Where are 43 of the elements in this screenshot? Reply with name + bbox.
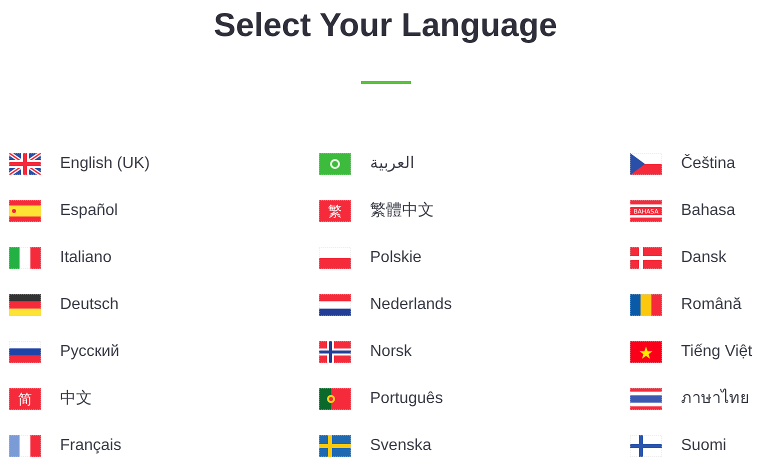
language-link[interactable]: English (UK) — [60, 152, 150, 176]
language-link[interactable]: Русский — [60, 340, 120, 364]
flag-icon — [319, 388, 351, 410]
flag-icon — [9, 434, 41, 456]
language-link[interactable]: Norsk — [370, 340, 412, 364]
flag-icon — [630, 294, 662, 316]
language-link[interactable]: Svenska — [370, 434, 432, 458]
page-title: Select Your Language — [214, 5, 558, 45]
flag-icon — [9, 152, 41, 174]
flag-icon — [630, 434, 662, 456]
language-link[interactable]: Nederlands — [370, 292, 452, 316]
language-link[interactable]: Español — [60, 198, 118, 222]
language-link[interactable]: 繁體中文 — [370, 198, 434, 222]
title-underline — [360, 81, 410, 84]
flag-icon — [630, 388, 662, 410]
flag-icon — [9, 294, 41, 316]
language-link[interactable]: Suomi — [681, 434, 726, 458]
language-link[interactable]: Português — [370, 386, 443, 410]
flag-icon — [319, 434, 351, 456]
language-link[interactable]: Română — [681, 292, 742, 316]
flag-icon — [9, 340, 41, 362]
flag-icon — [9, 200, 41, 222]
language-link[interactable]: Bahasa — [681, 198, 736, 222]
flag-icon: 简 — [9, 388, 41, 410]
flag-icon — [319, 294, 351, 316]
language-link[interactable]: Deutsch — [60, 292, 119, 316]
flag-icon — [319, 340, 351, 362]
flag-icon — [630, 246, 662, 268]
language-link[interactable]: ภาษาไทย — [681, 386, 749, 410]
language-link[interactable]: Polskie — [370, 246, 422, 270]
flag-icon — [319, 152, 351, 174]
language-link[interactable]: Dansk — [681, 246, 726, 270]
flag-icon — [9, 246, 41, 268]
language-link[interactable]: Čeština — [681, 152, 736, 176]
language-link[interactable]: Tiếng Việt — [681, 340, 752, 364]
flag-icon: 繁 — [319, 200, 351, 222]
flag-icon — [319, 246, 351, 268]
language-link[interactable]: Italiano — [60, 246, 112, 270]
language-link[interactable]: Français — [60, 434, 122, 458]
language-link[interactable]: العربية — [370, 152, 414, 176]
flag-icon — [630, 152, 662, 174]
language-link[interactable]: 中文 — [60, 386, 92, 410]
flag-icon — [630, 340, 662, 362]
